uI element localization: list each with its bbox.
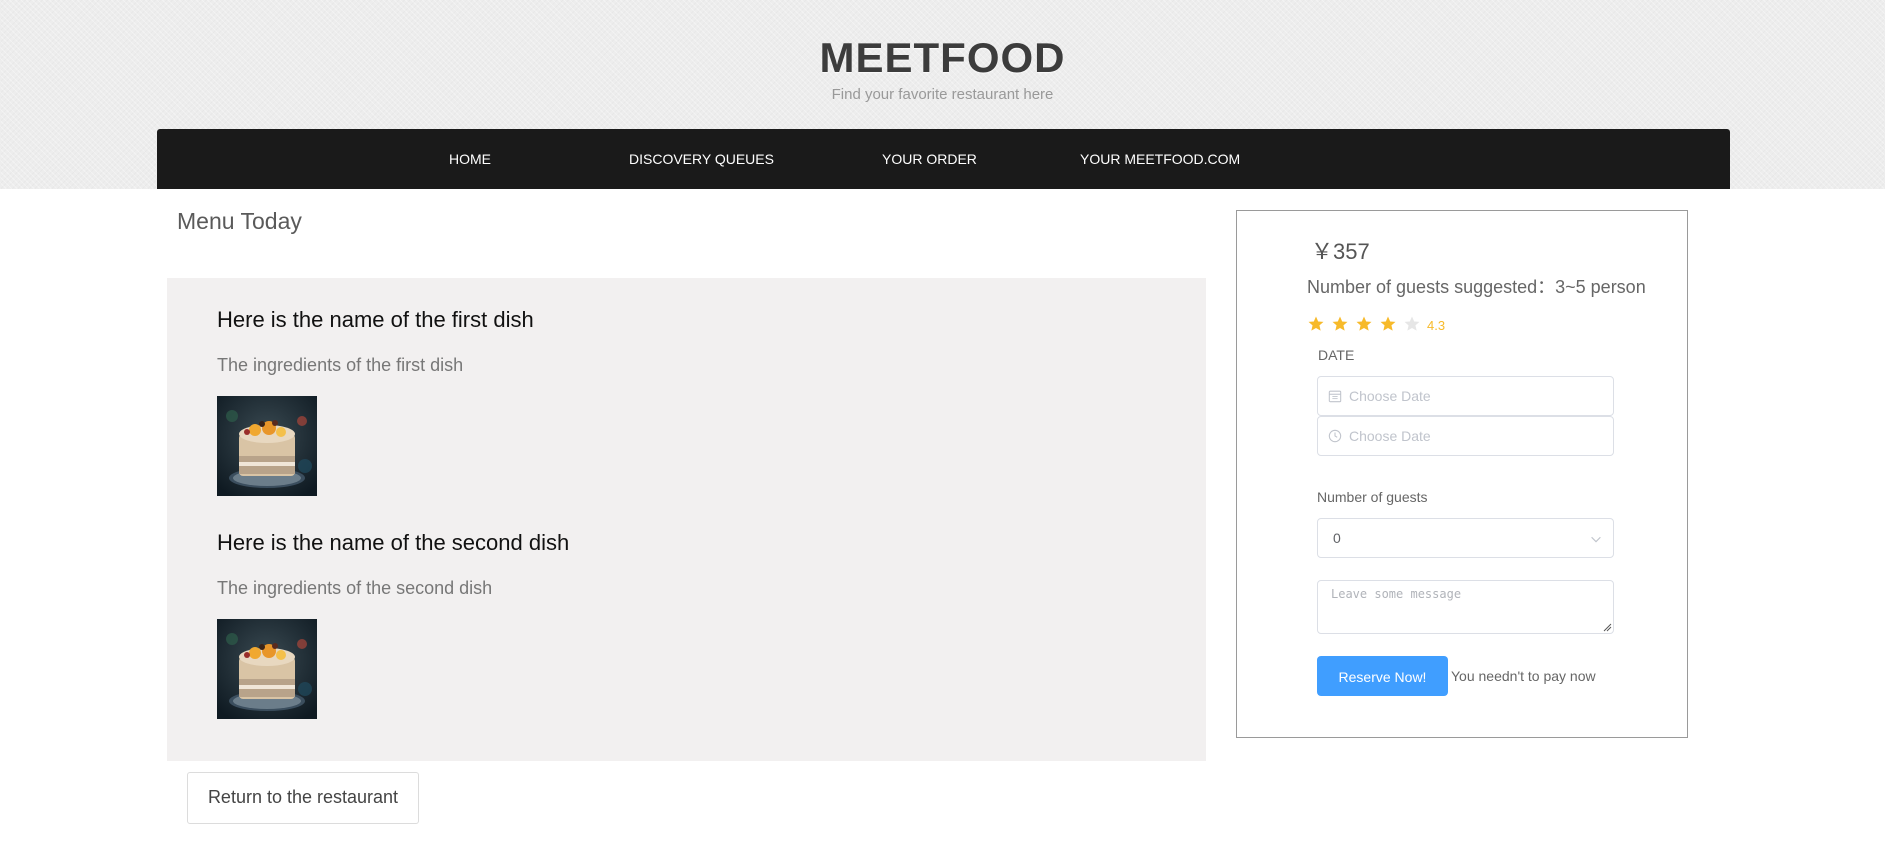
dish-name: Here is the name of the second dish — [217, 530, 570, 555]
dish-ingredients: The ingredients of the first dish — [217, 355, 464, 375]
reserve-now-button[interactable]: Reserve Now! — [1317, 656, 1448, 696]
reservation-card: ￥357 Number of guests suggested：3~5 pers… — [1236, 210, 1688, 738]
chevron-down-icon — [1591, 536, 1601, 543]
calendar-icon — [1328, 390, 1342, 403]
return-to-restaurant-button[interactable]: Return to the restaurant — [187, 772, 419, 824]
nav-discovery-queues[interactable]: DISCOVERY QUEUES — [629, 129, 774, 189]
guests-label: Number of guests — [1317, 489, 1428, 505]
cake-image — [217, 396, 317, 496]
star-icon[interactable] — [1307, 315, 1325, 333]
guests-suggested: Number of guests suggested：3~5 person — [1307, 277, 1646, 297]
star-icon[interactable] — [1379, 315, 1397, 333]
price: ￥357 — [1311, 239, 1370, 264]
dish-ingredients: The ingredients of the second dish — [217, 578, 493, 598]
date-label: DATE — [1318, 347, 1355, 363]
date-placeholder: Choose Date — [1349, 388, 1431, 404]
main-navbar: HOME DISCOVERY QUEUES YOUR ORDER YOUR ME… — [157, 129, 1730, 189]
clock-icon — [1328, 429, 1342, 443]
date-picker[interactable]: Choose Date — [1317, 376, 1614, 416]
star-icon[interactable] — [1355, 315, 1373, 333]
menu-heading: Menu Today — [177, 208, 302, 234]
cake-image — [217, 619, 317, 719]
message-textarea[interactable] — [1317, 580, 1614, 634]
menu-panel: Here is the name of the first dish The i… — [167, 278, 1206, 761]
guests-select[interactable]: 0 — [1317, 518, 1614, 558]
pay-note: You needn't to pay now — [1451, 668, 1596, 684]
guests-select-value: 0 — [1333, 530, 1341, 546]
nav-your-meetfood[interactable]: YOUR MEETFOOD.COM — [1080, 129, 1240, 189]
star-icon[interactable] — [1403, 315, 1421, 333]
site-subtitle: Find your favorite restaurant here — [831, 86, 1054, 103]
site-title: MEETFOOD — [819, 34, 1066, 81]
header-band: MEETFOOD Find your favorite restaurant h… — [0, 0, 1885, 189]
time-placeholder: Choose Date — [1349, 428, 1431, 444]
rating-value: 4.3 — [1427, 318, 1446, 333]
dish-name: Here is the name of the first dish — [217, 307, 534, 332]
star-icon[interactable] — [1331, 315, 1349, 333]
dish-photo — [217, 619, 317, 719]
resize-grip-icon[interactable] — [1602, 622, 1612, 632]
time-picker[interactable]: Choose Date — [1317, 416, 1614, 456]
nav-your-order[interactable]: YOUR ORDER — [882, 129, 977, 189]
dish-photo — [217, 396, 317, 496]
nav-home[interactable]: HOME — [449, 129, 491, 189]
